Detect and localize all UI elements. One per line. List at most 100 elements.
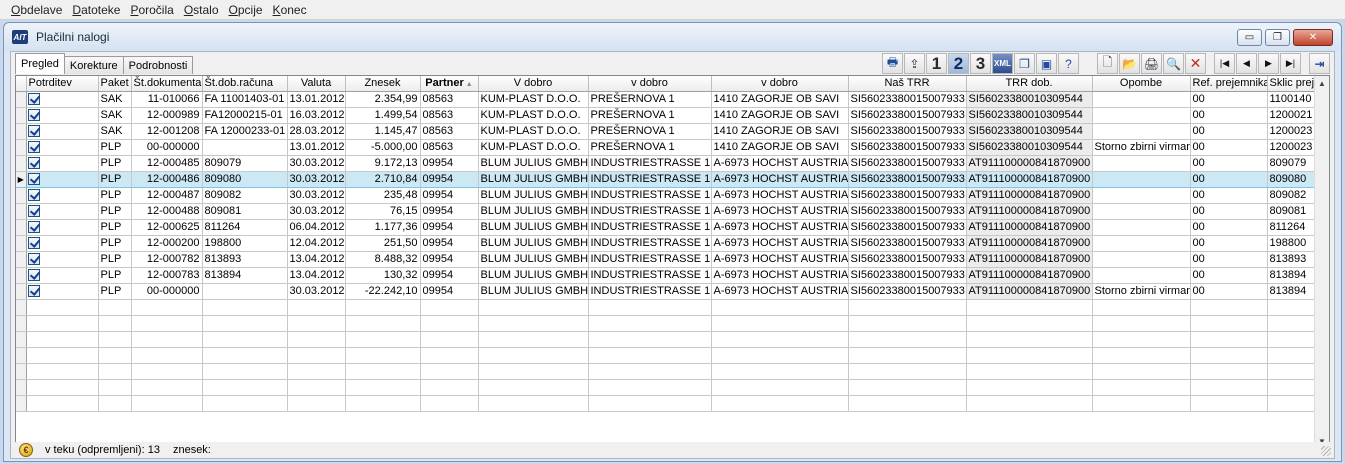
table-cell: 06.04.2012 <box>287 219 346 236</box>
menu-item-poročila[interactable]: Poročila <box>125 3 178 17</box>
copy-window-icon[interactable]: ❐ <box>1014 53 1035 74</box>
close-button[interactable]: ✕ <box>1293 29 1333 46</box>
confirm-cell[interactable] <box>26 235 99 252</box>
confirm-checkbox[interactable] <box>27 108 40 121</box>
table-row[interactable]: PLP 12-000200 198800 12.04.2012 251,50 09954 B… <box>16 235 1317 252</box>
column-header[interactable]: Opombe <box>1092 76 1191 92</box>
confirm-checkbox[interactable] <box>27 156 40 169</box>
table-row[interactable]: SAK 12-001208 FA 12000233-01 28.03.2012 1.14… <box>16 123 1317 140</box>
column-header[interactable]: Partner ▲ <box>420 76 479 92</box>
tab-podrobnosti[interactable]: Podrobnosti <box>122 56 194 74</box>
scroll-up-icon[interactable]: ▲ <box>1315 76 1329 91</box>
search-icon[interactable]: 🔍 <box>1163 53 1184 74</box>
confirm-checkbox[interactable] <box>27 204 40 217</box>
menu-item-konec[interactable]: Konec <box>268 3 312 17</box>
table-row[interactable]: PLP 12-000783 813894 13.04.2012 130,32 09954 B… <box>16 267 1317 284</box>
confirm-checkbox[interactable] <box>27 124 40 137</box>
xml-icon[interactable]: XML <box>992 53 1013 74</box>
confirm-checkbox[interactable] <box>27 236 40 249</box>
column-header[interactable]: Št.dokumenta <box>131 76 203 92</box>
table-row[interactable]: PLP 12-000488 809081 30.03.2012 76,15 09954 BL… <box>16 203 1317 220</box>
confirm-cell[interactable] <box>26 187 99 204</box>
delete-icon[interactable]: ✕ <box>1185 53 1206 74</box>
last-record-icon[interactable]: ▶| <box>1280 53 1301 74</box>
tab-pregled[interactable]: Pregled <box>15 53 65 74</box>
level-1-button[interactable]: 1 <box>926 53 947 74</box>
confirm-cell[interactable] <box>26 107 99 124</box>
new-document-icon[interactable]: 🗋 <box>1097 53 1118 74</box>
confirm-checkbox[interactable] <box>27 220 40 233</box>
vertical-scrollbar[interactable]: ▲ ▼ <box>1314 76 1329 449</box>
screen-icon[interactable]: ▣ <box>1036 53 1057 74</box>
restore-button[interactable]: ❐ <box>1265 29 1290 46</box>
table-cell: 813894 <box>202 267 288 284</box>
tab-korekture[interactable]: Korekture <box>63 56 124 74</box>
level-3-button[interactable]: 3 <box>970 53 991 74</box>
menu-item-obdelave[interactable]: Obdelave <box>6 3 67 17</box>
table-cell: 00 <box>1190 219 1268 236</box>
column-header[interactable]: v dobro <box>711 76 849 92</box>
confirm-checkbox[interactable] <box>27 140 40 153</box>
minimize-button[interactable]: ▭ <box>1237 29 1262 46</box>
column-header[interactable]: Sklic prej <box>1267 76 1317 92</box>
resize-grip-icon[interactable] <box>1321 446 1331 456</box>
column-header[interactable]: V dobro <box>478 76 589 92</box>
confirm-cell[interactable] <box>26 155 99 172</box>
table-cell: 00 <box>1190 107 1268 124</box>
table-cell: SI56023380015007933 <box>848 283 967 300</box>
first-record-icon[interactable]: |◀ <box>1214 53 1235 74</box>
table-cell: PLP <box>98 170 132 188</box>
table-row[interactable]: SAK 11-010066 FA 11001403-01 13.01.2012 2.35… <box>16 91 1317 108</box>
table-row[interactable]: PLP 12-000485 809079 30.03.2012 9.172,13 0995… <box>16 155 1317 172</box>
table-cell: 813894 <box>1267 283 1317 300</box>
exit-icon[interactable]: ⇥ <box>1309 53 1330 74</box>
confirm-checkbox[interactable] <box>27 252 40 265</box>
table-row[interactable]: PLP 12-000782 813893 13.04.2012 8.488,32 0995… <box>16 251 1317 268</box>
column-header[interactable]: Ref. prejemnika <box>1190 76 1268 92</box>
confirm-cell[interactable] <box>26 219 99 236</box>
column-header[interactable]: Valuta <box>287 76 346 92</box>
next-record-icon[interactable]: ▶ <box>1258 53 1279 74</box>
confirm-checkbox[interactable] <box>27 172 40 185</box>
column-header[interactable]: Paket <box>98 76 132 92</box>
table-cell: 813894 <box>1267 267 1317 284</box>
export-icon[interactable]: ⇪ <box>904 53 925 74</box>
help-icon[interactable]: ? <box>1058 53 1079 74</box>
confirm-cell[interactable] <box>26 203 99 220</box>
column-header[interactable]: v dobro <box>588 76 712 92</box>
open-folder-icon[interactable]: 📂 <box>1119 53 1140 74</box>
confirm-cell[interactable] <box>26 91 99 108</box>
confirm-checkbox[interactable] <box>27 284 40 297</box>
table-cell: BLUM JULIUS GMBH <box>478 267 589 284</box>
table-row[interactable]: ▶ PLP 12-000486 809080 30.03.2012 2.710,84 099… <box>16 170 1317 188</box>
confirm-cell[interactable] <box>26 139 99 156</box>
table-cell: 12-000200 <box>131 235 203 252</box>
menu-item-datoteke[interactable]: Datoteke <box>67 3 125 17</box>
confirm-cell[interactable] <box>26 251 99 268</box>
confirm-checkbox[interactable] <box>27 188 40 201</box>
table-row[interactable]: PLP 12-000625 811264 06.04.2012 1.177,36 0995… <box>16 219 1317 236</box>
table-row[interactable]: PLP 00-000000 13.01.2012 -5.000,00 08563 KUM-… <box>16 139 1317 156</box>
menu-item-opcije[interactable]: Opcije <box>224 3 268 17</box>
column-header[interactable]: Št.dob.računa <box>202 76 288 92</box>
printer-icon[interactable]: 🖨 <box>1141 53 1162 74</box>
table-row[interactable]: PLP 12-000487 809082 30.03.2012 235,48 09954 B… <box>16 187 1317 204</box>
confirm-cell[interactable] <box>26 283 99 300</box>
table-cell: PREŠERNOVA 1 <box>588 91 712 108</box>
table-row[interactable]: PLP 00-000000 30.03.2012 -22.242,10 09954 BLU… <box>16 283 1317 300</box>
menu-item-ostalo[interactable]: Ostalo <box>179 3 224 17</box>
confirm-checkbox[interactable] <box>27 268 40 281</box>
column-header[interactable]: TRR dob. <box>966 76 1093 92</box>
column-header[interactable]: Potrditev <box>26 76 99 92</box>
print-icon[interactable]: 🖶 <box>882 53 903 74</box>
confirm-cell[interactable] <box>26 170 99 188</box>
level-2-button[interactable]: 2 <box>948 53 969 74</box>
column-header[interactable]: Naš TRR <box>848 76 967 92</box>
confirm-cell[interactable] <box>26 267 99 284</box>
table-cell: 1200023 <box>1267 139 1317 156</box>
confirm-checkbox[interactable] <box>27 92 40 105</box>
confirm-cell[interactable] <box>26 123 99 140</box>
table-row[interactable]: SAK 12-000989 FA12000215-01 16.03.2012 1.499… <box>16 107 1317 124</box>
column-header[interactable]: Znesek <box>345 76 421 92</box>
previous-record-icon[interactable]: ◀ <box>1236 53 1257 74</box>
